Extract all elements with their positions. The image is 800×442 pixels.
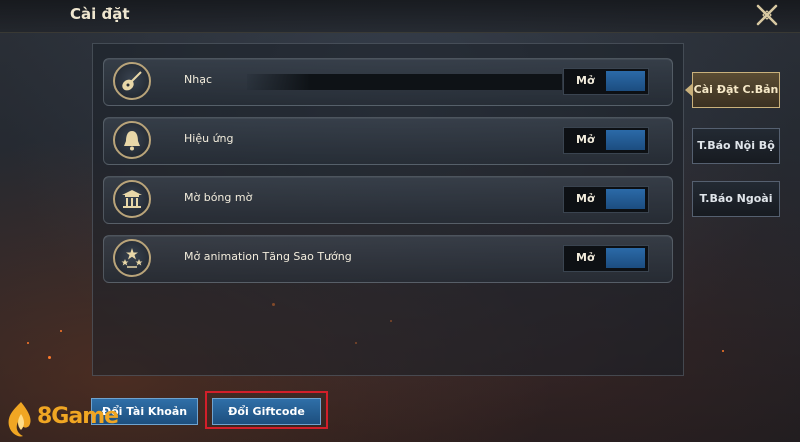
setting-label: Nhạc xyxy=(184,73,212,86)
toggle-knob xyxy=(606,130,645,150)
tab-external-notices[interactable]: T.Báo Ngoài xyxy=(692,181,780,217)
page-title: Cài đặt xyxy=(70,5,130,23)
stars-emblem-icon xyxy=(121,248,143,268)
setting-row-blur: Mờ bóng mờ Mở xyxy=(103,176,673,224)
stars-emblem-icon-frame xyxy=(113,239,151,277)
close-button[interactable] xyxy=(754,2,780,28)
background-ember xyxy=(48,356,51,359)
tab-label: T.Báo Ngoài xyxy=(699,192,773,205)
star-animation-toggle[interactable]: Mở xyxy=(563,245,649,272)
redeem-giftcode-button[interactable]: Đổi Giftcode xyxy=(212,398,321,425)
music-volume-slider[interactable] xyxy=(247,74,562,90)
music-toggle[interactable]: Mở xyxy=(563,68,649,95)
background-ember xyxy=(27,342,29,344)
active-tab-arrow xyxy=(685,83,693,97)
toggle-label: Mở xyxy=(576,192,595,205)
button-label: Đổi Giftcode xyxy=(228,405,305,418)
effects-toggle[interactable]: Mở xyxy=(563,127,649,154)
bell-icon-frame xyxy=(113,121,151,159)
toggle-label: Mở xyxy=(576,133,595,146)
bell-icon xyxy=(124,131,140,151)
background-ember xyxy=(60,330,62,332)
tab-basic-settings[interactable]: Cài Đặt C.Bản xyxy=(685,72,780,108)
setting-row-effects: Hiệu ứng Mở xyxy=(103,117,673,165)
toggle-label: Mở xyxy=(576,251,595,264)
toggle-label: Mở xyxy=(576,74,595,87)
setting-row-star-animation: Mở animation Tăng Sao Tướng Mở xyxy=(103,235,673,283)
tab-label: Cài Đặt C.Bản xyxy=(693,83,779,96)
tab-internal-notices[interactable]: T.Báo Nội Bộ xyxy=(692,128,780,164)
setting-label: Mở animation Tăng Sao Tướng xyxy=(184,250,352,263)
background-ember xyxy=(722,350,724,352)
brand-watermark: 8Game xyxy=(3,400,123,440)
blur-toggle[interactable]: Mở xyxy=(563,186,649,213)
setting-row-music: Nhạc Mở xyxy=(103,58,673,106)
pavilion-icon-frame xyxy=(113,180,151,218)
toggle-knob xyxy=(606,248,645,268)
toggle-knob xyxy=(606,71,645,91)
brand-logo-text: 8Game xyxy=(37,404,119,429)
setting-label: Mờ bóng mờ xyxy=(184,191,253,204)
title-bar: Cài đặt xyxy=(0,0,800,33)
lute-icon-frame xyxy=(113,62,151,100)
flame-logo-icon xyxy=(8,402,31,437)
setting-label: Hiệu ứng xyxy=(184,132,234,145)
toggle-knob xyxy=(606,189,645,209)
pavilion-icon xyxy=(122,190,142,208)
lute-icon xyxy=(122,71,142,91)
close-icon xyxy=(756,4,778,26)
tab-label: T.Báo Nội Bộ xyxy=(697,139,775,152)
